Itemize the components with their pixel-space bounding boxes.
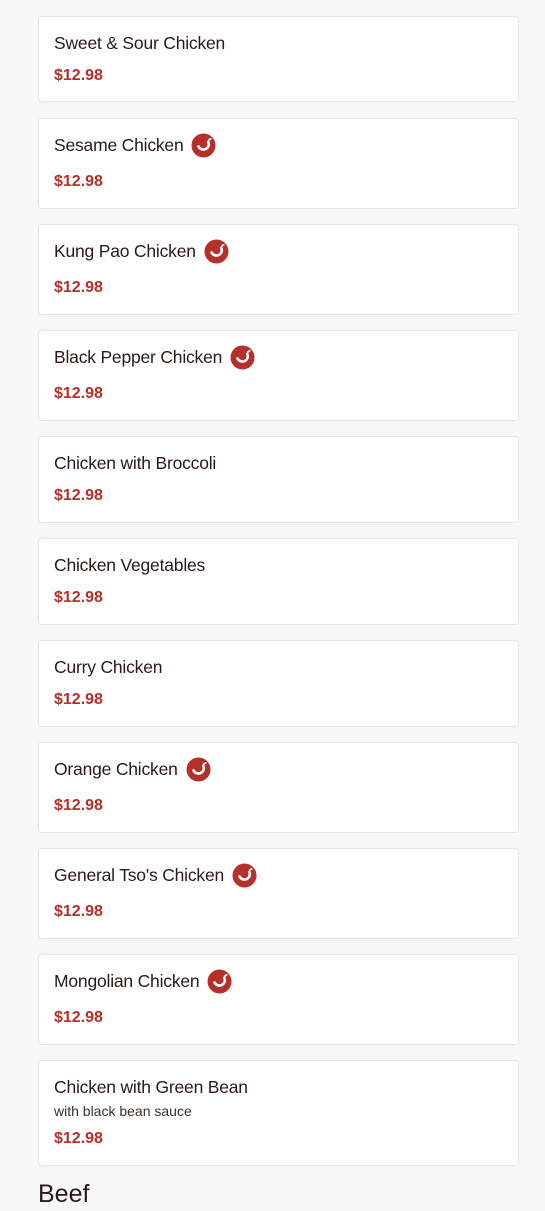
menu-item-name-row: Sweet & Sour Chicken — [54, 31, 225, 55]
menu-item-name: General Tso's Chicken — [54, 864, 225, 885]
menu-item-price: $12.98 — [54, 691, 103, 708]
menu-item-card[interactable]: Chicken Vegetables $12.98 — [38, 538, 519, 625]
menu-item-name-row: Mongolian Chicken — [54, 969, 232, 993]
menu-item-name-row: Sesame Chicken — [54, 133, 216, 157]
chili-pepper-icon — [186, 757, 211, 782]
chili-pepper-icon — [232, 863, 257, 888]
menu-item-price: $12.98 — [54, 1009, 103, 1026]
menu-item-card[interactable]: Sesame Chicken $12.98 — [38, 118, 519, 209]
menu-item-name: Sesame Chicken — [54, 134, 184, 155]
menu-item-card[interactable]: Kung Pao Chicken $12.98 — [38, 224, 519, 315]
menu-item-card[interactable]: Sweet & Sour Chicken $12.98 — [38, 16, 519, 102]
menu-item-description: with black bean sauce — [54, 1103, 192, 1119]
menu-item-list: Sweet & Sour Chicken $12.98 Sesame Chick… — [0, 0, 545, 1211]
menu-item-name-row: Kung Pao Chicken — [54, 239, 229, 263]
chili-pepper-icon — [191, 133, 216, 158]
menu-item-name-row: Chicken with Broccoli — [54, 451, 216, 475]
menu-item-card[interactable]: Mongolian Chicken $12.98 — [38, 954, 519, 1045]
menu-item-name-row: Black Pepper Chicken — [54, 345, 255, 369]
menu-item-price: $12.98 — [54, 487, 103, 504]
menu-item-name-row: Curry Chicken — [54, 655, 162, 679]
menu-item-card[interactable]: Black Pepper Chicken $12.98 — [38, 330, 519, 421]
section-title-beef: Beef — [38, 1180, 90, 1208]
menu-item-name: Kung Pao Chicken — [54, 240, 196, 261]
menu-item-card[interactable]: Orange Chicken $12.98 — [38, 742, 519, 833]
menu-item-name: Orange Chicken — [54, 758, 178, 779]
menu-item-price: $12.98 — [54, 589, 103, 606]
menu-item-card[interactable]: Curry Chicken $12.98 — [38, 640, 519, 727]
chili-pepper-icon — [230, 345, 255, 370]
menu-item-price: $12.98 — [54, 1130, 103, 1147]
menu-item-price: $12.98 — [54, 797, 103, 814]
menu-item-name-row: Orange Chicken — [54, 757, 211, 781]
menu-item-name: Chicken Vegetables — [54, 554, 206, 575]
menu-item-price: $12.98 — [54, 903, 103, 920]
menu-item-price: $12.98 — [54, 385, 103, 402]
menu-item-name-row: Chicken with Green Bean — [54, 1075, 248, 1099]
menu-item-name: Chicken with Green Bean — [54, 1076, 248, 1097]
menu-item-price: $12.98 — [54, 279, 103, 296]
menu-item-name: Curry Chicken — [54, 656, 163, 677]
menu-item-price: $12.98 — [54, 173, 103, 190]
chili-pepper-icon — [207, 969, 232, 994]
chili-pepper-icon — [204, 239, 229, 264]
menu-item-name: Mongolian Chicken — [54, 970, 200, 991]
menu-item-name-row: Chicken Vegetables — [54, 553, 205, 577]
menu-item-name: Chicken with Broccoli — [54, 452, 217, 473]
menu-item-card[interactable]: Chicken with Green Bean with black bean … — [38, 1060, 519, 1166]
menu-item-name: Black Pepper Chicken — [54, 346, 223, 367]
menu-item-price: $12.98 — [54, 67, 103, 84]
menu-item-name-row: General Tso's Chicken — [54, 863, 257, 887]
menu-item-card[interactable]: General Tso's Chicken $12.98 — [38, 848, 519, 939]
menu-item-name: Sweet & Sour Chicken — [54, 32, 226, 53]
menu-item-card[interactable]: Chicken with Broccoli $12.98 — [38, 436, 519, 523]
